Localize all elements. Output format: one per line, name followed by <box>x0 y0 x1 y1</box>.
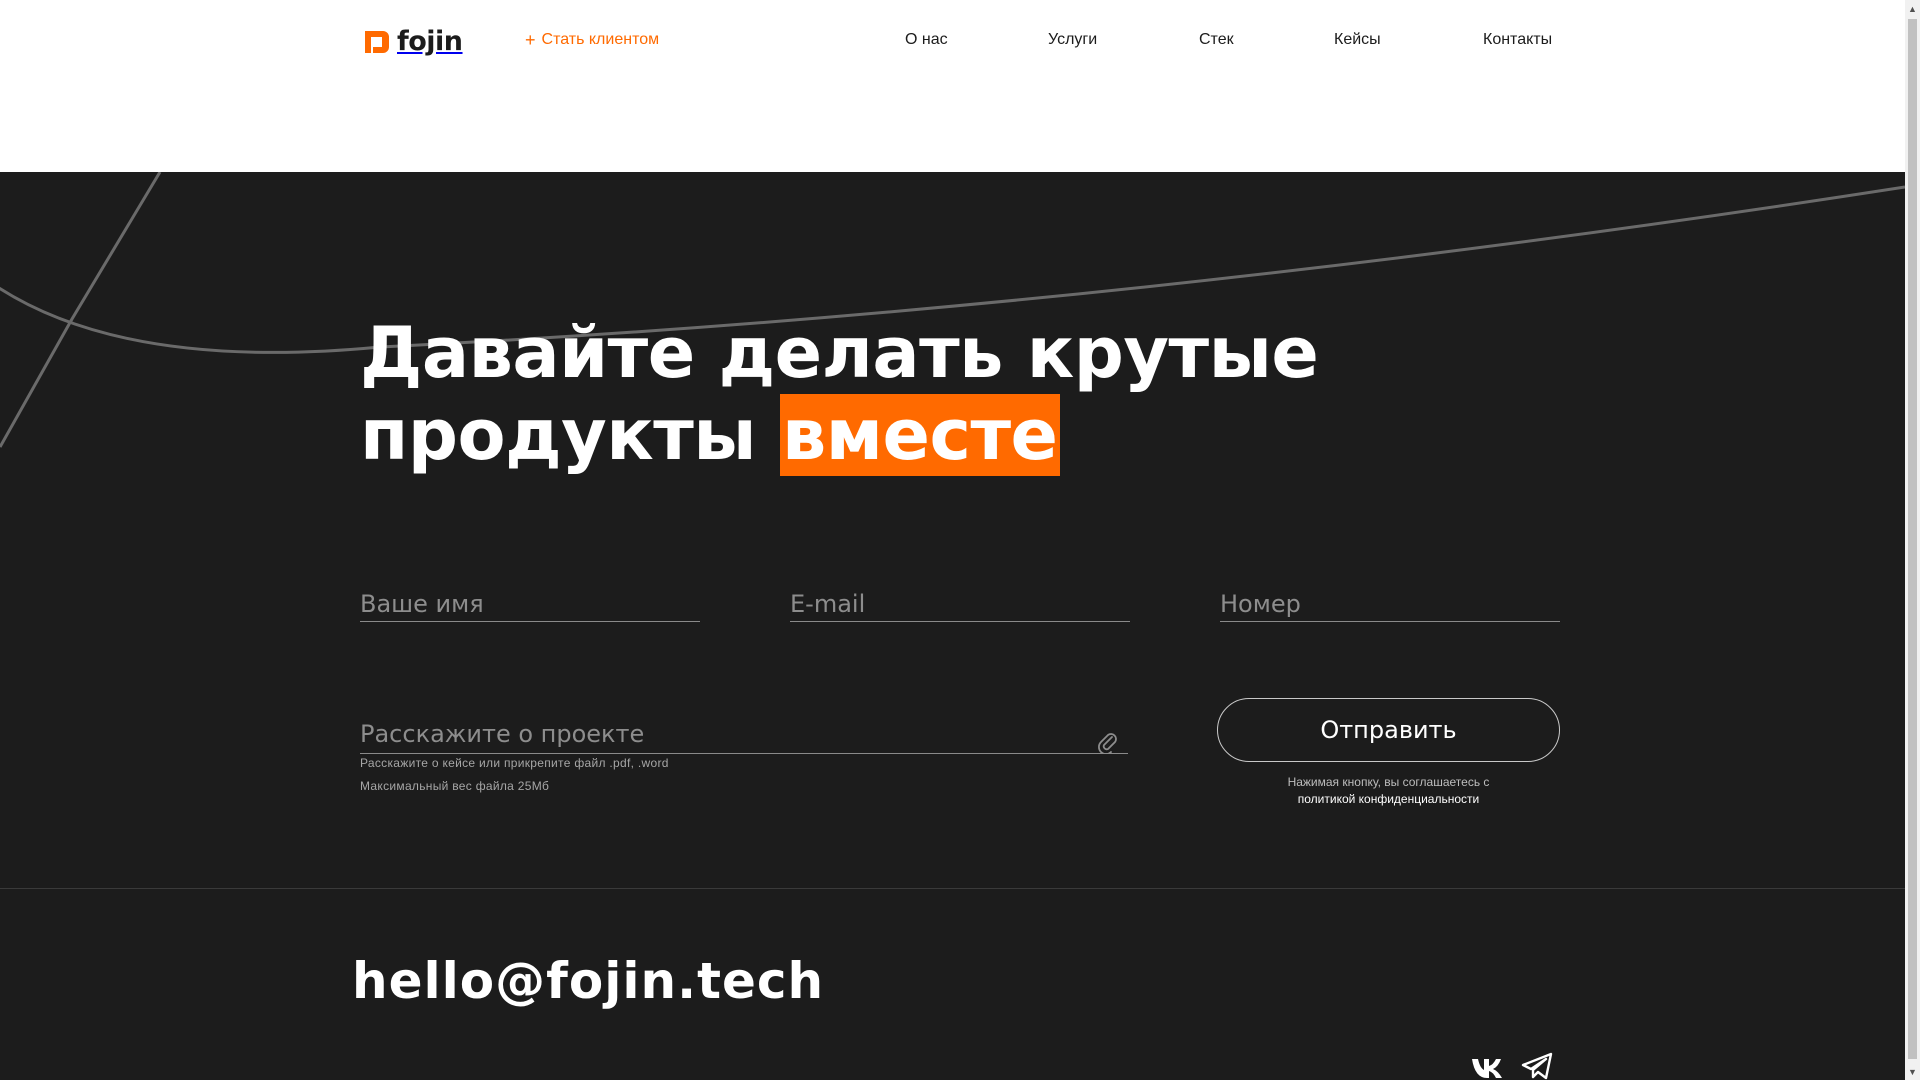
file-hint: Расскажите о кейсе или прикрепите файл .… <box>360 756 669 770</box>
name-input[interactable] <box>360 582 700 618</box>
heading-highlight: вместе <box>779 394 1060 476</box>
plus-icon: + <box>525 30 536 50</box>
consent-note: Нажимая кнопку, вы соглашаетесь с полити… <box>1217 774 1560 808</box>
phone-field-wrap <box>1220 582 1560 622</box>
telegram-icon[interactable] <box>1520 1052 1554 1080</box>
logo-text: fojin <box>397 26 463 57</box>
email-input[interactable] <box>790 582 1130 618</box>
site-header: fojin + Стать клиентом О нас Услуги Стек… <box>0 0 1905 172</box>
scrollbar-thumb[interactable] <box>1908 19 1917 1059</box>
file-size-hint: Максимальный вес файла 25Мб <box>360 779 550 793</box>
nav-about[interactable]: О нас <box>905 31 948 49</box>
page-scrollbar[interactable]: ▲ ▼ <box>1905 0 1920 1080</box>
scroll-down-icon[interactable]: ▼ <box>1905 1063 1920 1080</box>
fojin-logo-icon <box>365 30 389 53</box>
page-heading: Давайте делать крутые продукты вместе <box>360 312 1319 476</box>
paperclip-icon[interactable] <box>1096 730 1118 754</box>
logo-link[interactable]: fojin <box>361 26 463 57</box>
nav-stack[interactable]: Стек <box>1199 31 1234 49</box>
heading-line2: продукты <box>360 394 757 476</box>
become-client-label: Стать клиентом <box>541 31 660 48</box>
scroll-up-icon[interactable]: ▲ <box>1905 0 1920 17</box>
contact-section: Давайте делать крутые продукты вместе Ра… <box>0 172 1905 1080</box>
heading-line1: Давайте делать крутые <box>360 312 1319 394</box>
phone-input[interactable] <box>1220 582 1560 618</box>
privacy-policy-link[interactable]: политикой конфиденциальности <box>1217 791 1560 808</box>
contact-email-link[interactable]: hello@fojin.tech <box>352 952 824 1010</box>
nav-cases[interactable]: Кейсы <box>1334 31 1381 49</box>
decorative-lines <box>0 172 1905 448</box>
section-divider <box>0 888 1905 889</box>
submit-button[interactable]: Отправить <box>1217 698 1560 762</box>
vk-icon[interactable] <box>1470 1052 1504 1080</box>
consent-text: Нажимая кнопку, вы соглашаетесь с <box>1287 775 1490 789</box>
name-field-wrap <box>360 582 700 622</box>
become-client-link[interactable]: + Стать клиентом <box>525 31 659 49</box>
nav-contacts[interactable]: Контакты <box>1483 31 1552 49</box>
nav-services[interactable]: Услуги <box>1048 31 1097 49</box>
project-input[interactable] <box>360 712 1080 748</box>
project-field-wrap <box>360 712 1128 754</box>
email-field-wrap <box>790 582 1130 622</box>
